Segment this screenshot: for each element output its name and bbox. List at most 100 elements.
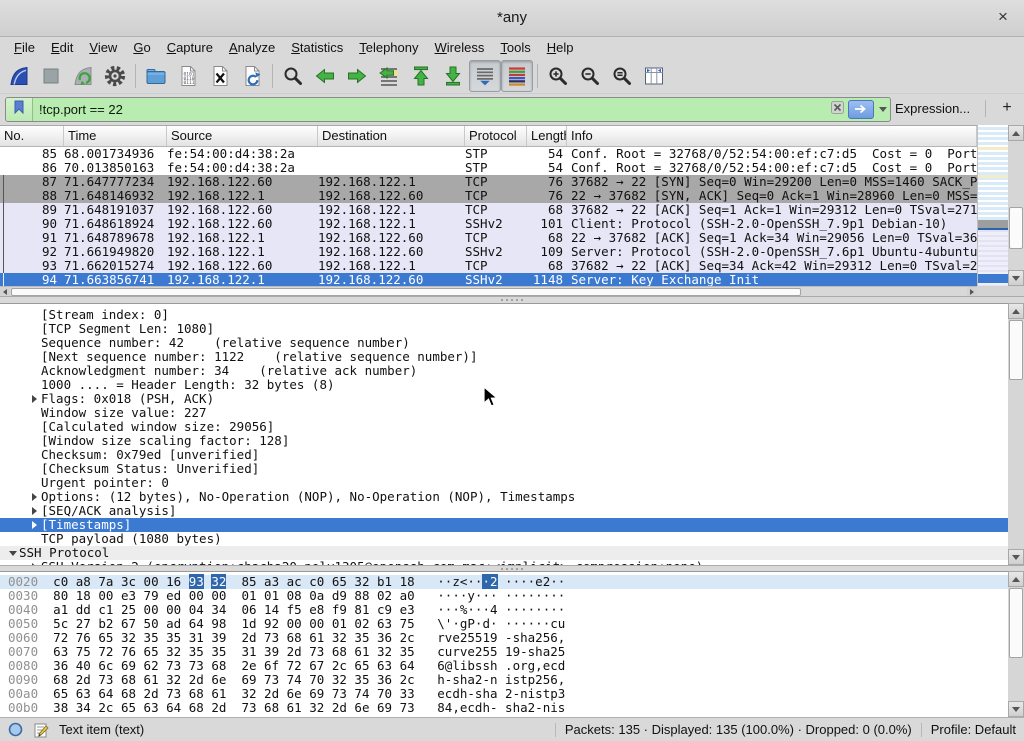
capture-comment-icon[interactable] — [33, 722, 49, 738]
filter-bookmark-button[interactable] — [6, 98, 33, 121]
detail-line[interactable]: Urgent pointer: 0 — [0, 476, 1024, 490]
zoom-reset-button[interactable] — [606, 60, 638, 92]
filter-apply-button[interactable] — [848, 100, 874, 119]
menu-telephony[interactable]: Telephony — [351, 37, 426, 59]
detail-line[interactable]: Window size value: 227 — [0, 406, 1024, 420]
packet-row[interactable]: 8670.013850163fe:54:00:d4:38:2aSTP54Conf… — [0, 161, 977, 175]
display-filter-field[interactable]: !tcp.port == 22 — [5, 97, 891, 122]
expand-icon[interactable] — [28, 493, 41, 501]
hex-row[interactable]: 0050 5c 27 b2 67 50 ad 64 98 1d 92 00 00… — [0, 617, 1024, 631]
menu-edit[interactable]: Edit — [43, 37, 81, 59]
detail-line[interactable]: Flags: 0x018 (PSH, ACK) — [0, 392, 1024, 406]
detail-line[interactable]: [TCP Segment Len: 1080] — [0, 322, 1024, 336]
column-header-info[interactable]: Info — [567, 126, 977, 146]
filter-clear-button[interactable] — [828, 101, 846, 119]
hex-row[interactable]: 0030 80 18 00 e3 79 ed 00 00 01 01 08 0a… — [0, 589, 1024, 603]
column-header-length[interactable]: Length — [527, 126, 567, 146]
detail-line[interactable]: Sequence number: 42 (relative sequence n… — [0, 336, 1024, 350]
expand-icon[interactable] — [28, 521, 41, 529]
filter-history-dropdown[interactable] — [876, 98, 890, 121]
packet-row[interactable]: 9171.648789678192.168.122.1192.168.122.6… — [0, 231, 977, 245]
close-file-button[interactable] — [204, 60, 236, 92]
titlebar[interactable]: *any × — [0, 0, 1024, 37]
go-back-button[interactable] — [309, 60, 341, 92]
packet-row[interactable]: 8568.001734936fe:54:00:d4:38:2aSTP54Conf… — [0, 147, 977, 161]
profile-text[interactable]: Profile: Default — [931, 722, 1016, 737]
detail-line[interactable]: [Next sequence number: 1122 (relative se… — [0, 350, 1024, 364]
find-packet-button[interactable] — [277, 60, 309, 92]
menu-tools[interactable]: Tools — [492, 37, 538, 59]
details-vscroll-thumb[interactable] — [1009, 320, 1023, 380]
go-last-button[interactable] — [437, 60, 469, 92]
scroll-up-icon[interactable] — [1008, 303, 1024, 319]
bytes-vscrollbar[interactable] — [1008, 571, 1024, 717]
packet-list-vscroll-thumb[interactable] — [1009, 207, 1023, 249]
packet-map[interactable] — [977, 125, 1008, 286]
menu-go[interactable]: Go — [125, 37, 158, 59]
bytes-vscroll-thumb[interactable] — [1009, 588, 1023, 658]
detail-line[interactable]: Acknowledgment number: 34 (relative ack … — [0, 364, 1024, 378]
capture-options-button[interactable] — [99, 60, 131, 92]
column-header-destination[interactable]: Destination — [318, 126, 465, 146]
column-header-time[interactable]: Time — [64, 126, 167, 146]
expand-icon[interactable] — [28, 507, 41, 515]
hex-row[interactable]: 0070 63 75 72 76 65 32 35 35 31 39 2d 73… — [0, 645, 1024, 659]
packet-row[interactable]: 8771.647777234192.168.122.60192.168.122.… — [0, 175, 977, 189]
restart-capture-button[interactable] — [67, 60, 99, 92]
start-capture-button[interactable] — [3, 60, 35, 92]
packet-row[interactable]: 9271.661949820192.168.122.1192.168.122.6… — [0, 245, 977, 259]
go-first-button[interactable] — [405, 60, 437, 92]
hex-row[interactable]: 0020 c0 a8 7a 3c 00 16 93 32 85 a3 ac c0… — [0, 575, 1024, 589]
save-file-button[interactable]: 010101100111 — [172, 60, 204, 92]
scroll-up-icon[interactable] — [1008, 125, 1024, 141]
column-header-protocol[interactable]: Protocol — [465, 126, 527, 146]
reload-file-button[interactable] — [236, 60, 268, 92]
menu-view[interactable]: View — [81, 37, 125, 59]
go-forward-button[interactable] — [341, 60, 373, 92]
packet-bytes-pane[interactable]: 0020 c0 a8 7a 3c 00 16 93 32 85 a3 ac c0… — [0, 571, 1024, 717]
resize-columns-button[interactable] — [638, 60, 670, 92]
detail-line[interactable]: SSH Protocol — [0, 546, 1024, 560]
detail-line[interactable]: TCP payload (1080 bytes) — [0, 532, 1024, 546]
expand-icon[interactable] — [28, 395, 41, 403]
column-header-no[interactable]: No. — [0, 126, 64, 146]
hex-row[interactable]: 0060 72 76 65 32 35 35 31 39 2d 73 68 61… — [0, 631, 1024, 645]
packet-list-hscroll-thumb[interactable] — [11, 288, 801, 296]
detail-line[interactable]: [Timestamps] — [0, 518, 1024, 532]
zoom-out-button[interactable] — [574, 60, 606, 92]
menu-wireless[interactable]: Wireless — [427, 37, 493, 59]
auto-scroll-button[interactable] — [469, 60, 501, 92]
stop-capture-button[interactable] — [35, 60, 67, 92]
open-file-button[interactable] — [140, 60, 172, 92]
detail-line[interactable]: 1000 .... = Header Length: 32 bytes (8) — [0, 378, 1024, 392]
go-to-packet-button[interactable] — [373, 60, 405, 92]
packet-list-vscrollbar[interactable] — [1008, 125, 1024, 286]
packet-row[interactable]: 8871.648146932192.168.122.1192.168.122.6… — [0, 189, 977, 203]
menu-statistics[interactable]: Statistics — [283, 37, 351, 59]
packet-list-hscrollbar[interactable] — [0, 286, 977, 296]
hex-row[interactable]: 0040 a1 dd c1 25 00 00 04 34 06 14 f5 e8… — [0, 603, 1024, 617]
hex-row[interactable]: 0090 68 2d 73 68 61 32 2d 6e 69 73 74 70… — [0, 673, 1024, 687]
menu-help[interactable]: Help — [539, 37, 582, 59]
detail-line[interactable]: Checksum: 0x79ed [unverified] — [0, 448, 1024, 462]
add-filter-button[interactable]: + — [996, 97, 1018, 120]
menu-capture[interactable]: Capture — [159, 37, 221, 59]
detail-line[interactable]: [SEQ/ACK analysis] — [0, 504, 1024, 518]
expression-button[interactable]: Expression... — [895, 97, 970, 120]
scroll-down-icon[interactable] — [1008, 701, 1024, 717]
collapse-icon[interactable] — [6, 551, 19, 556]
packet-list-header[interactable]: No.TimeSourceDestinationProtocolLengthIn… — [0, 126, 977, 147]
detail-line[interactable]: [Calculated window size: 29056] — [0, 420, 1024, 434]
packet-row[interactable]: 8971.648191037192.168.122.60192.168.122.… — [0, 203, 977, 217]
menu-analyze[interactable]: Analyze — [221, 37, 283, 59]
detail-line[interactable]: [Stream index: 0] — [0, 308, 1024, 322]
scroll-up-icon[interactable] — [1008, 571, 1024, 587]
detail-line[interactable]: Options: (12 bytes), No-Operation (NOP),… — [0, 490, 1024, 504]
detail-line[interactable]: [Checksum Status: Unverified] — [0, 462, 1024, 476]
zoom-in-button[interactable] — [542, 60, 574, 92]
hex-row[interactable]: 00a0 65 63 64 68 2d 73 68 61 32 2d 6e 69… — [0, 687, 1024, 701]
column-header-source[interactable]: Source — [167, 126, 318, 146]
scroll-down-icon[interactable] — [1008, 549, 1024, 565]
packet-row[interactable]: 9371.662015274192.168.122.60192.168.122.… — [0, 259, 977, 273]
close-window-button[interactable]: × — [990, 0, 1016, 36]
